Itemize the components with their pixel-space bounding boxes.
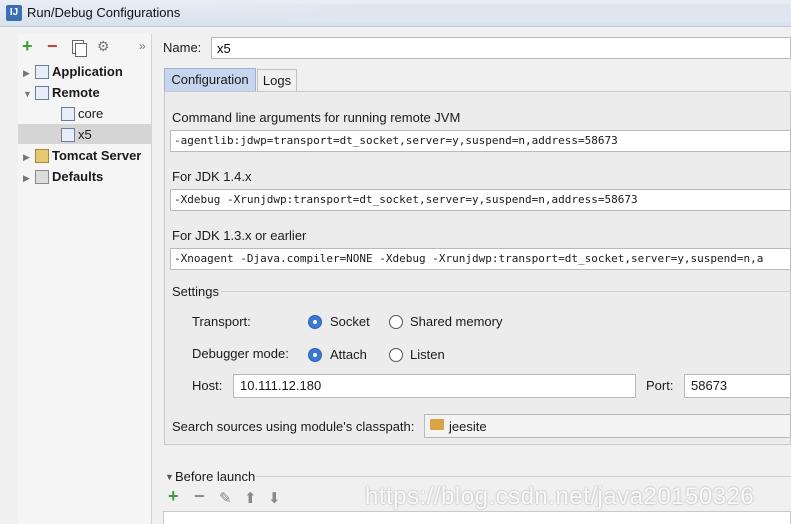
transport-label: Transport: (192, 314, 251, 329)
before-launch-divider (256, 476, 791, 477)
edit-task-icon[interactable]: ✎ (219, 491, 232, 506)
radio-shared-memory-label[interactable]: Shared memory (410, 314, 502, 329)
expand-arrow-icon[interactable]: ▶ (23, 169, 35, 188)
tree-item-defaults[interactable]: ▶ Defaults (23, 167, 103, 186)
module-select-value: jeesite (449, 419, 487, 434)
remote-icon (35, 86, 49, 100)
radio-listen[interactable] (389, 348, 403, 362)
settings-label: Settings (172, 284, 219, 299)
host-input[interactable]: 10.111.12.180 (233, 374, 636, 398)
tab-logs[interactable]: Logs (257, 69, 297, 91)
debugger-mode-label: Debugger mode: (192, 346, 289, 361)
tree-item-tomcat-server[interactable]: ▶ Tomcat Server (23, 146, 141, 165)
settings-divider (220, 291, 791, 292)
tree-item-label: Application (52, 64, 123, 79)
tree-item-label: Tomcat Server (52, 148, 142, 163)
collapse-arrow-icon[interactable]: ▼ (165, 472, 174, 482)
remote-config-icon (61, 128, 75, 142)
edit-defaults-icon[interactable]: ⚙ (97, 38, 110, 54)
name-input[interactable] (211, 37, 791, 59)
before-launch-label[interactable]: Before launch (175, 469, 255, 484)
port-input[interactable]: 58673 (684, 374, 791, 398)
tree-item-label: Remote (52, 85, 100, 100)
window-title: Run/Debug Configurations (27, 5, 181, 20)
port-label: Port: (646, 378, 674, 393)
radio-attach-label[interactable]: Attach (330, 347, 367, 362)
move-up-icon[interactable]: ⬆ (244, 491, 257, 506)
collapse-arrow-icon[interactable]: ▼ (23, 85, 35, 104)
module-classpath-label: Search sources using module's classpath: (172, 419, 415, 434)
remove-icon[interactable]: − (47, 37, 58, 55)
cmd-args-field[interactable]: -agentlib:jdwp=transport=dt_socket,serve… (170, 130, 791, 152)
watermark: https://blog.csdn.net/java20150326 (365, 483, 755, 510)
tree-item-label: x5 (78, 127, 92, 142)
tree-item-label: Defaults (52, 169, 104, 184)
jdk13-label: For JDK 1.3.x or earlier (172, 228, 307, 243)
add-icon[interactable]: + (22, 37, 33, 55)
add-task-icon[interactable]: + (168, 487, 179, 505)
radio-socket[interactable] (308, 315, 322, 329)
expand-arrow-icon[interactable]: ▶ (23, 64, 35, 83)
before-launch-list[interactable] (163, 511, 791, 524)
tree-item-application[interactable]: ▶ Application (23, 62, 123, 81)
radio-socket-label[interactable]: Socket (330, 314, 370, 329)
tree-item-remote[interactable]: ▼ Remote (23, 83, 100, 102)
name-label: Name: (163, 40, 202, 55)
host-label: Host: (192, 378, 223, 393)
tree-item-label: core (78, 106, 104, 121)
copy-icon-front (75, 43, 87, 57)
tree-item-x5[interactable]: x5 (61, 125, 92, 144)
remote-config-icon (61, 107, 75, 121)
radio-shared-memory[interactable] (389, 315, 403, 329)
expand-arrow-icon[interactable]: ▶ (23, 148, 35, 167)
jdk13-field[interactable]: -Xnoagent -Djava.compiler=NONE -Xdebug -… (170, 248, 791, 270)
tomcat-icon (35, 149, 49, 163)
jdk14-label: For JDK 1.4.x (172, 169, 252, 184)
radio-listen-label[interactable]: Listen (410, 347, 445, 362)
jdk14-field[interactable]: -Xdebug -Xrunjdwp:transport=dt_socket,se… (170, 189, 791, 211)
application-icon (35, 65, 49, 79)
intellij-icon: IJ (6, 5, 22, 21)
module-folder-icon (430, 419, 444, 430)
wrench-icon (35, 170, 49, 184)
tree-item-core[interactable]: core (61, 104, 103, 123)
move-down-icon[interactable]: ⬇ (268, 491, 281, 506)
cmd-args-label: Command line arguments for running remot… (172, 110, 461, 125)
more-actions-icon[interactable]: » (139, 39, 146, 53)
remove-task-icon[interactable]: − (194, 487, 205, 505)
tab-configuration[interactable]: Configuration (164, 68, 256, 91)
title-bar-fade (190, 4, 790, 22)
radio-attach[interactable] (308, 348, 322, 362)
